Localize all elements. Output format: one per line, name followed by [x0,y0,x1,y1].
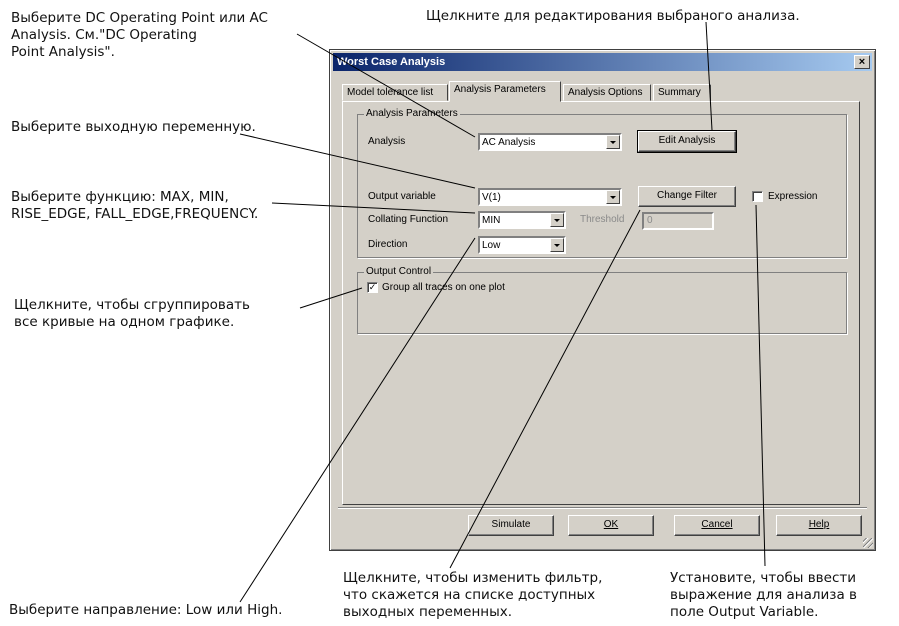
callout-choose-analysis: Выберите DC Operating Point или AC Analy… [11,10,268,60]
group-traces-label: Group all traces on one plot [382,282,505,293]
analysis-select[interactable]: AC Analysis [478,133,622,151]
cancel-button[interactable]: Cancel [674,515,760,536]
direction-value: Low [482,240,501,251]
help-button[interactable]: Help [776,515,862,536]
threshold-input[interactable]: 0 [642,212,714,230]
tab-analysis-options[interactable]: Analysis Options [563,84,651,101]
output-variable-label: Output variable [368,191,436,202]
callout-edit-analysis: Щелкните для редактирования выбраного ан… [426,8,800,24]
output-control-group: Output Control ✓ Group all traces on one… [357,266,847,334]
chevron-down-icon[interactable] [606,135,620,149]
group-traces-checkbox[interactable]: ✓ [367,282,378,293]
collating-function-select[interactable]: MIN [478,211,566,229]
callout-change-filter: Щелкните, чтобы изменить фильтр, что ска… [343,570,603,620]
output-control-group-label: Output Control [364,266,434,277]
bottom-separator [338,507,867,509]
callout-output-variable: Выберите выходную переменную. [11,119,256,135]
callout-expression: Установите, чтобы ввести выражение для а… [670,570,857,620]
threshold-label: Threshold [580,214,625,225]
collating-function-label: Collating Function [368,214,449,225]
output-variable-value: V(1) [482,192,501,203]
analysis-label: Analysis [368,136,406,147]
title-bar: Worst Case Analysis × [333,53,872,71]
tab-model-tolerance-list[interactable]: Model tolerance list [342,84,448,101]
close-button[interactable]: × [854,55,870,69]
analysis-parameters-panel: Analysis Parameters Analysis AC Analysis… [342,101,860,505]
dialog-title: Worst Case Analysis [337,56,446,68]
tab-analysis-parameters[interactable]: Analysis Parameters [449,81,561,102]
tab-summary[interactable]: Summary [653,84,711,101]
analysis-parameters-group: Analysis Parameters Analysis AC Analysis… [357,108,847,258]
change-filter-button[interactable]: Change Filter [638,186,736,207]
chevron-down-icon[interactable] [550,238,564,252]
callout-function: Выберите функцию: MAX, MIN, RISE_EDGE, F… [11,189,259,222]
callout-direction: Выберите направление: Low или High. [9,602,283,618]
expression-label: Expression [768,191,818,202]
output-variable-select[interactable]: V(1) [478,188,622,206]
simulate-button[interactable]: Simulate [468,515,554,536]
edit-analysis-button[interactable]: Edit Analysis [637,130,737,153]
callout-group-traces: Щелкните, чтобы сгруппировать все кривые… [14,297,250,330]
direction-select[interactable]: Low [478,236,566,254]
direction-label: Direction [368,239,408,250]
collating-function-value: MIN [482,215,501,226]
resize-grip-icon[interactable] [863,538,873,548]
worst-case-analysis-dialog: Worst Case Analysis × Model tolerance li… [329,49,876,551]
ok-button[interactable]: OK [568,515,654,536]
analysis-parameters-group-label: Analysis Parameters [364,108,460,119]
expression-checkbox[interactable] [752,191,763,202]
chevron-down-icon[interactable] [606,190,620,204]
analysis-select-value: AC Analysis [482,137,536,148]
chevron-down-icon[interactable] [550,213,564,227]
